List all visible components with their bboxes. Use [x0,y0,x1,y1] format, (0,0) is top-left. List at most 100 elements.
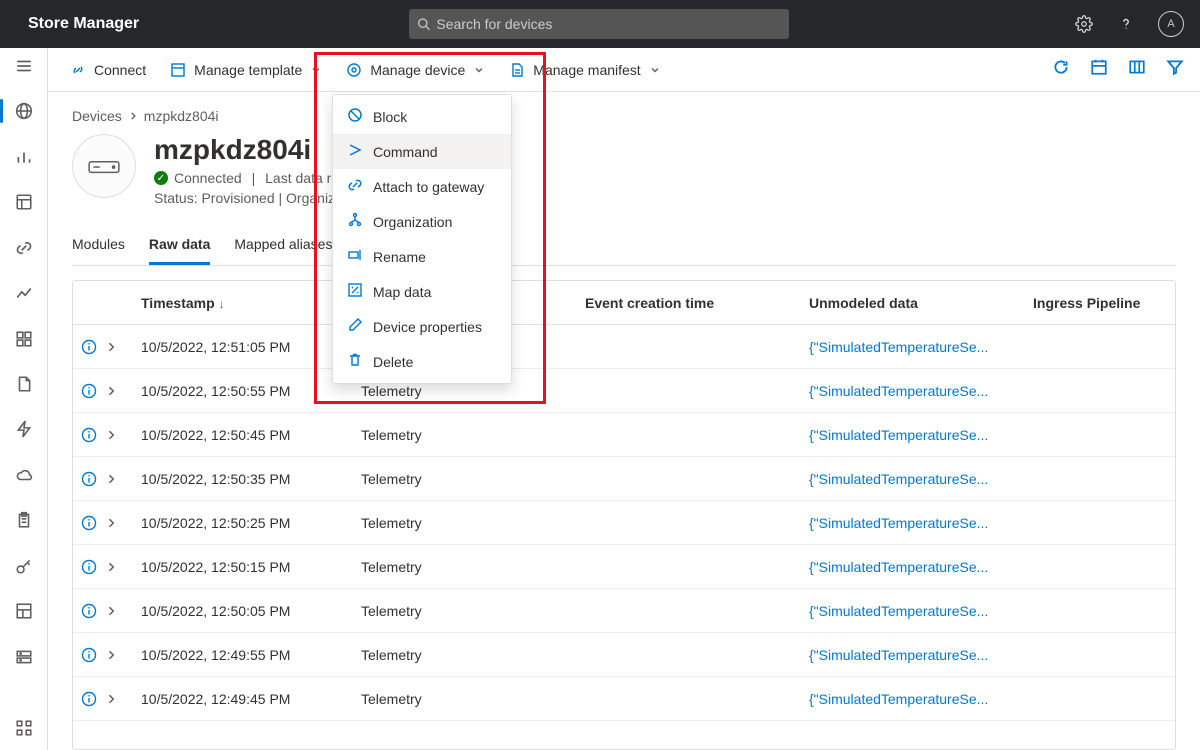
hamburger-icon[interactable] [14,56,34,75]
globe-icon[interactable] [14,101,34,120]
refresh-icon[interactable] [1052,58,1070,81]
manage-device-button[interactable]: Manage device [336,56,495,84]
calendar-icon[interactable] [1090,58,1108,81]
table-row[interactable]: 10/5/2022, 12:51:05 PM {"SimulatedTemper… [73,325,1175,369]
dropdown-item-command[interactable]: Command [333,134,511,169]
cell-timestamp: 10/5/2022, 12:49:55 PM [133,647,353,663]
cell-timestamp: 10/5/2022, 12:50:55 PM [133,383,353,399]
cell-unmodeled-data[interactable]: {"SimulatedTemperatureSe... [801,427,1025,443]
table-row[interactable]: 10/5/2022, 12:50:15 PM Telemetry {"Simul… [73,545,1175,589]
info-icon[interactable] [81,603,97,619]
info-icon[interactable] [81,691,97,707]
cell-timestamp: 10/5/2022, 12:49:45 PM [133,691,353,707]
clipboard-icon[interactable] [14,511,34,530]
info-icon[interactable] [81,515,97,531]
link-icon[interactable] [14,238,34,257]
dropdown-item-organization[interactable]: Organization [333,204,511,239]
table-row[interactable]: 10/5/2022, 12:50:05 PM Telemetry {"Simul… [73,589,1175,633]
info-icon[interactable] [81,471,97,487]
dropdown-item-delete[interactable]: Delete [333,344,511,379]
tab-modules[interactable]: Modules [72,228,125,265]
search-icon [417,17,430,31]
dropdown-item-block[interactable]: Block [333,99,511,134]
table-row[interactable]: 10/5/2022, 12:49:45 PM Telemetry {"Simul… [73,677,1175,721]
cell-unmodeled-data[interactable]: {"SimulatedTemperatureSe... [801,471,1025,487]
cell-timestamp: 10/5/2022, 12:50:15 PM [133,559,353,575]
topbar: Store Manager A [0,0,1200,48]
avatar[interactable]: A [1158,11,1184,37]
breadcrumb-root[interactable]: Devices [72,108,122,124]
search-input[interactable] [436,16,781,32]
th-ingress-pipeline[interactable]: Ingress Pipeline [1025,295,1175,311]
cell-unmodeled-data[interactable]: {"SimulatedTemperatureSe... [801,559,1025,575]
table-row[interactable]: 10/5/2022, 12:50:25 PM Telemetry {"Simul… [73,501,1175,545]
table-header: Timestamp↓ Message type Event creation t… [73,281,1175,325]
info-icon[interactable] [81,559,97,575]
cell-unmodeled-data[interactable]: {"SimulatedTemperatureSe... [801,515,1025,531]
apps-icon[interactable] [14,719,34,738]
cell-unmodeled-data[interactable]: {"SimulatedTemperatureSe... [801,691,1025,707]
line-chart-icon[interactable] [14,283,34,302]
connect-button[interactable]: Connect [60,56,156,84]
chevron-right-icon[interactable] [105,385,117,397]
gear-icon[interactable] [1074,14,1094,34]
manage-template-label: Manage template [194,62,302,78]
dropdown-item-label: Attach to gateway [373,179,484,195]
table-row[interactable]: 10/5/2022, 12:50:45 PM Telemetry {"Simul… [73,413,1175,457]
dropdown-item-label: Block [373,109,407,125]
key-icon[interactable] [14,556,34,575]
chevron-right-icon[interactable] [105,429,117,441]
chevron-right-icon[interactable] [105,341,117,353]
cell-unmodeled-data[interactable]: {"SimulatedTemperatureSe... [801,339,1025,355]
document-icon[interactable] [14,374,34,393]
manage-template-button[interactable]: Manage template [160,56,332,84]
data-icon[interactable] [14,192,34,211]
cell-message-type: Telemetry [353,691,577,707]
cell-timestamp: 10/5/2022, 12:50:05 PM [133,603,353,619]
table-row[interactable]: 10/5/2022, 12:50:55 PM Telemetry {"Simul… [73,369,1175,413]
app-title: Store Manager [28,15,139,33]
chevron-right-icon[interactable] [105,693,117,705]
chevron-right-icon[interactable] [105,517,117,529]
dropdown-item-rename[interactable]: Rename [333,239,511,274]
grid-icon[interactable] [14,329,34,348]
chevron-right-icon[interactable] [105,561,117,573]
help-icon[interactable] [1116,14,1136,34]
block-icon [347,107,363,126]
dropdown-item-device-properties[interactable]: Device properties [333,309,511,344]
bar-chart-icon[interactable] [14,147,34,166]
search-box[interactable] [409,9,789,39]
tab-raw-data[interactable]: Raw data [149,228,210,265]
chevron-right-icon[interactable] [105,649,117,661]
layout-icon[interactable] [14,602,34,621]
dropdown-item-label: Rename [373,249,426,265]
columns-icon[interactable] [1128,58,1146,81]
chevron-right-icon[interactable] [105,473,117,485]
th-event-creation-time[interactable]: Event creation time [577,295,801,311]
cell-unmodeled-data[interactable]: {"SimulatedTemperatureSe... [801,603,1025,619]
info-icon[interactable] [81,383,97,399]
table-row[interactable]: 10/5/2022, 12:50:35 PM Telemetry {"Simul… [73,457,1175,501]
cell-message-type: Telemetry [353,647,577,663]
th-unmodeled-data[interactable]: Unmodeled data [801,295,1025,311]
info-icon[interactable] [81,647,97,663]
filter-icon[interactable] [1166,58,1184,81]
connect-label: Connect [94,62,146,78]
manage-manifest-button[interactable]: Manage manifest [499,56,670,84]
tab-mapped-aliases[interactable]: Mapped aliases [234,228,332,265]
props-icon [347,317,363,336]
table-row[interactable]: 10/5/2022, 12:49:55 PM Telemetry {"Simul… [73,633,1175,677]
server-icon[interactable] [14,647,34,666]
map-icon [347,282,363,301]
info-icon[interactable] [81,339,97,355]
dropdown-item-map-data[interactable]: Map data [333,274,511,309]
th-timestamp[interactable]: Timestamp↓ [133,295,353,311]
cloud-icon[interactable] [14,465,34,484]
lightning-icon[interactable] [14,420,34,439]
info-icon[interactable] [81,427,97,443]
cell-unmodeled-data[interactable]: {"SimulatedTemperatureSe... [801,383,1025,399]
dropdown-item-attach-to-gateway[interactable]: Attach to gateway [333,169,511,204]
search-wrap [409,9,789,39]
cell-unmodeled-data[interactable]: {"SimulatedTemperatureSe... [801,647,1025,663]
chevron-right-icon[interactable] [105,605,117,617]
